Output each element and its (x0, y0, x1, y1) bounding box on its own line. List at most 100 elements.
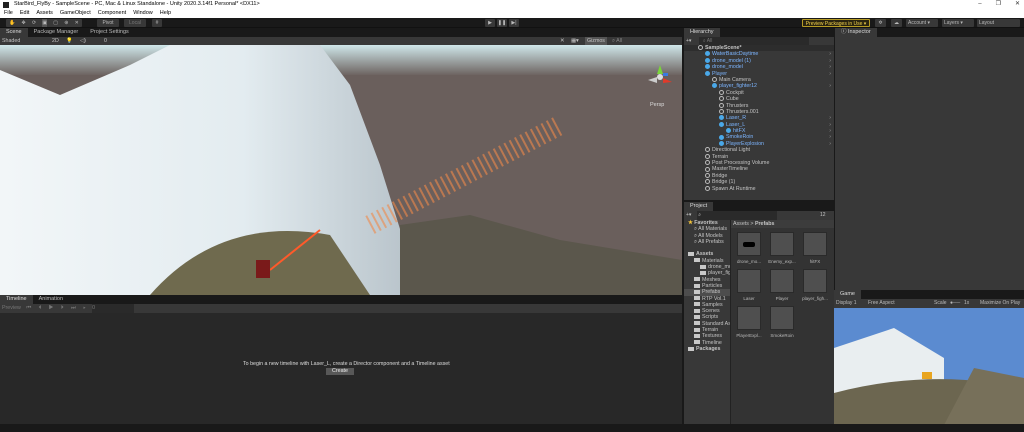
hierarchy-item-label: Terrain (712, 153, 729, 160)
gizmos-dropdown[interactable]: Gizmos (585, 37, 607, 45)
hidden-objects-count[interactable]: 0 (104, 37, 107, 45)
game-player (922, 372, 932, 379)
tab-inspector[interactable]: ⓘ Inspector (835, 28, 877, 37)
hierarchy-item-label: Thrusters.001 (726, 108, 759, 115)
account-dropdown[interactable]: Account ▾ (906, 19, 938, 27)
2d-toggle[interactable]: 2D (52, 37, 59, 45)
preview-packages-button[interactable]: Preview Packages in Use ▾ (802, 19, 870, 27)
transform-tool-icon[interactable]: ⊕ (64, 19, 68, 27)
tab-hierarchy[interactable]: Hierarchy (684, 28, 720, 37)
playback-controls[interactable]: ⏮ ⏴ ▶ ⏵ ⏭ ▸ (26, 305, 88, 311)
project-tree-label: All Prefabs (698, 238, 724, 245)
shading-dropdown[interactable]: Shaded (2, 37, 20, 45)
tab-project-settings[interactable]: Project Settings (84, 28, 135, 37)
layout-dropdown[interactable]: Layout (977, 19, 1020, 27)
hierarchy-search[interactable]: ⌕ All (698, 37, 809, 45)
aspect-dropdown[interactable]: Free Aspect (868, 299, 895, 307)
hierarchy-item-label: Laser_R (726, 115, 747, 122)
asset-item[interactable]: Laser (734, 269, 764, 301)
maximize-button[interactable]: ❐ (996, 0, 1001, 9)
layers-dropdown[interactable]: Layers ▾ (942, 19, 974, 27)
tab-timeline[interactable]: Timeline (0, 295, 33, 304)
step-button[interactable]: ▶| (509, 19, 519, 27)
hierarchy-item-label: Bridge (712, 172, 728, 179)
menu-help[interactable]: Help (160, 9, 171, 18)
hierarchy-item-label: Thrusters (726, 102, 749, 109)
local-button[interactable]: Local (124, 19, 146, 27)
add-asset-button[interactable]: +▾ (686, 212, 691, 218)
tab-package-manager[interactable]: Package Manager (28, 28, 85, 37)
cloud-icon[interactable]: ☁ (891, 19, 902, 27)
project-tree-label: All Models (698, 232, 723, 239)
hidden-packages-count[interactable]: 12 (820, 211, 826, 220)
hierarchy-item-label: drone_model (712, 64, 743, 71)
asset-thumbnail (737, 269, 761, 293)
maximize-on-play-toggle[interactable]: Maximize On Play (980, 299, 1020, 307)
move-tool-icon[interactable]: ✥ (22, 19, 26, 27)
close-button[interactable]: ✕ (1015, 0, 1020, 9)
transform-tools[interactable]: ✋ ✥ ⟳ ▣ ▢ ⊕ ✕ (6, 19, 82, 27)
menu-assets[interactable]: Assets (36, 9, 53, 18)
hand-tool-icon[interactable]: ✋ (9, 19, 15, 27)
tab-scene[interactable]: Scene (0, 28, 28, 37)
folder-icon (694, 333, 700, 338)
asset-item[interactable]: drone_mo... (734, 232, 764, 264)
asset-item[interactable]: PlayerExpl... (734, 306, 764, 338)
menu-file[interactable]: File (4, 9, 13, 18)
grid-snap-icon[interactable]: # (152, 19, 162, 27)
gameobject-icon (705, 179, 710, 185)
persp-label[interactable]: Persp (650, 102, 664, 108)
display-dropdown[interactable]: Display 1 (836, 299, 857, 307)
breadcrumb-prefabs[interactable]: Prefabs (755, 221, 774, 227)
hierarchy-item[interactable]: Spawn At Runtime (684, 186, 834, 192)
menu-component[interactable]: Component (98, 9, 126, 18)
asset-thumbnail (770, 269, 794, 293)
gameobject-icon (719, 102, 724, 108)
breadcrumb-assets[interactable]: Assets (733, 221, 749, 227)
minimize-button[interactable]: – (978, 0, 981, 9)
project-tree-item[interactable]: Packages (684, 346, 730, 352)
asset-item[interactable]: player_figh... (800, 269, 830, 301)
rect-tool-icon[interactable]: ▢ (53, 19, 58, 27)
frame-field[interactable]: 0 (92, 304, 135, 313)
add-button[interactable]: +▾ (686, 38, 691, 44)
scene-search[interactable]: ⌕ All (612, 37, 622, 45)
hierarchy-item-label: SampleScene* (705, 45, 742, 51)
menu-edit[interactable]: Edit (20, 9, 29, 18)
asset-item[interactable]: SmokeRoin (767, 306, 797, 338)
asset-item[interactable]: Enemy_exp... (767, 232, 797, 264)
title-bar: StarBird_FlyBy - SampleScene - PC, Mac &… (0, 0, 1024, 9)
pause-button[interactable]: ❚❚ (497, 19, 507, 27)
preview-button[interactable]: Preview (2, 305, 21, 311)
hierarchy-item-label: Player (712, 70, 728, 77)
menu-gameobject[interactable]: GameObject (60, 9, 91, 18)
pivot-button[interactable]: Pivot (97, 19, 119, 27)
rotate-tool-icon[interactable]: ⟳ (32, 19, 36, 27)
collab-icon[interactable]: ✲ (875, 19, 886, 27)
camera-dropdown-icon[interactable]: ▦▾ (571, 37, 579, 45)
tools-icon[interactable]: ✕ (560, 37, 564, 45)
hierarchy-item-label: drone_model (1) (712, 57, 751, 64)
scale-tool-icon[interactable]: ▣ (42, 19, 48, 27)
window-title: StarBird_FlyBy - SampleScene - PC, Mac &… (14, 1, 260, 7)
play-button[interactable]: ▶ (485, 19, 495, 27)
asset-item[interactable]: Player (767, 269, 797, 301)
asset-item[interactable]: hitFX (800, 232, 830, 264)
create-button[interactable]: Create (326, 368, 354, 375)
audio-toggle-icon[interactable]: ◁) (80, 37, 86, 45)
project-tree-label: Scripts (702, 314, 719, 321)
prefab-icon (705, 64, 710, 70)
prefab-icon (705, 70, 710, 76)
scale-slider[interactable]: ●── (950, 299, 960, 307)
folder-icon (694, 283, 700, 288)
tab-game[interactable]: Game (834, 290, 861, 299)
scene-viewport[interactable]: Persp (0, 45, 682, 295)
menu-window[interactable]: Window (133, 9, 153, 18)
lighting-toggle-icon[interactable]: 💡 (66, 37, 73, 45)
tab-project[interactable]: Project (684, 202, 714, 211)
tab-animation[interactable]: Animation (33, 295, 69, 304)
custom-tool-icon[interactable]: ✕ (75, 19, 79, 27)
project-search[interactable]: ⌕ (696, 211, 777, 220)
asset-label: hitFX (809, 259, 821, 264)
prefab-icon (726, 128, 731, 134)
